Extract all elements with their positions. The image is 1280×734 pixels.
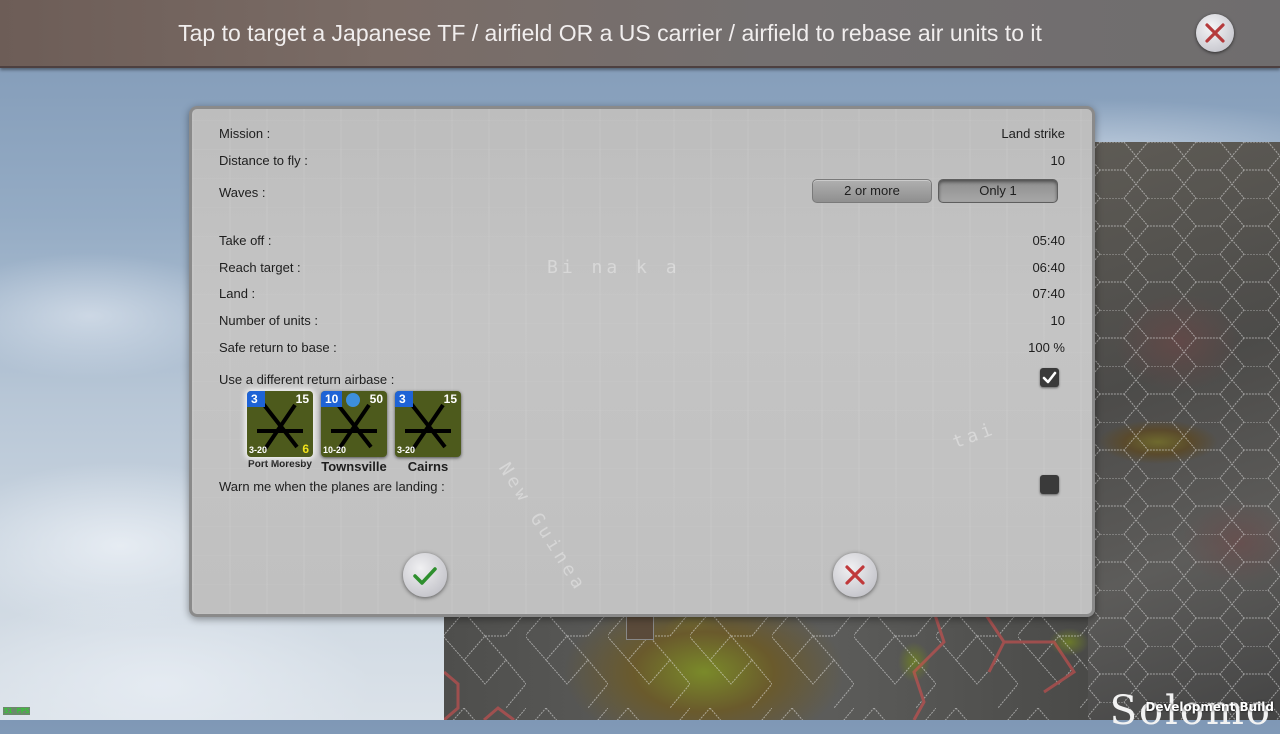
distance-value: 10 xyxy=(1050,153,1065,168)
map-watermark: New Guinea xyxy=(494,459,591,596)
different-base-label: Use a different return airbase : xyxy=(219,372,395,387)
cancel-button[interactable] xyxy=(833,553,877,597)
airbase-tile: 3 15 3-20 xyxy=(395,391,461,457)
warn-landing-label: Warn me when the planes are landing : xyxy=(219,479,445,494)
airbase-units: 6 xyxy=(302,442,309,456)
take-off-label: Take off : xyxy=(219,233,272,248)
map-watermark: Bi na k a xyxy=(547,257,681,278)
take-off-value: 05:40 xyxy=(1032,233,1065,248)
land-label: Land : xyxy=(219,286,256,301)
warn-landing-checkbox[interactable] xyxy=(1040,475,1059,494)
airbase-capacity: 15 xyxy=(443,392,457,406)
safe-return-label: Safe return to base : xyxy=(219,340,337,355)
airbase-cairns[interactable]: 3 15 3-20 Cairns xyxy=(395,391,461,474)
mission-value: Land strike xyxy=(1001,126,1065,141)
waves-2-or-more-button[interactable]: 2 or more xyxy=(812,179,932,203)
airbase-size: 10 xyxy=(321,391,343,407)
airbase-capacity: 50 xyxy=(369,392,383,406)
fps-counter: 51 FPS xyxy=(3,707,31,715)
hex-map-east[interactable]: Solomo Development Build xyxy=(1088,142,1280,734)
close-x-icon xyxy=(845,565,865,585)
carrier-marker-icon xyxy=(346,393,360,407)
banner-close-button[interactable] xyxy=(1196,14,1234,52)
units-label: Number of units : xyxy=(219,313,318,328)
airbase-capacity: 15 xyxy=(295,392,309,406)
different-base-checkbox[interactable] xyxy=(1040,368,1059,387)
hex-map-south[interactable] xyxy=(444,612,1088,720)
airbase-tile: 3 15 3-20 6 xyxy=(247,391,313,457)
hex-grid-south xyxy=(444,612,1088,720)
distance-label: Distance to fly : xyxy=(219,153,308,168)
airbase-port-moresby[interactable]: 3 15 3-20 6 Port Moresby xyxy=(247,391,313,470)
development-build-label: Development Build xyxy=(1145,700,1274,714)
instruction-text: Tap to target a Japanese TF / airfield O… xyxy=(178,20,1042,46)
airbase-tile: 10 50 10-20 xyxy=(321,391,387,457)
airbase-name: Townsville xyxy=(321,459,387,474)
mission-label: Mission : xyxy=(219,126,271,141)
instruction-banner: Tap to target a Japanese TF / airfield O… xyxy=(0,0,1280,68)
safe-return-value: 100 % xyxy=(1028,340,1065,355)
airbase-range: 3-20 xyxy=(397,445,416,455)
confirm-button[interactable] xyxy=(403,553,447,597)
airbase-size: 3 xyxy=(395,391,413,407)
airbase-range: 10-20 xyxy=(323,445,347,455)
reach-target-value: 06:40 xyxy=(1032,260,1065,275)
airbase-name: Cairns xyxy=(407,459,449,474)
land-value: 07:40 xyxy=(1032,286,1065,301)
hex-grid xyxy=(1088,142,1280,720)
airbase-range: 3-20 xyxy=(249,445,268,455)
checkmark-icon xyxy=(413,567,437,585)
waves-label: Waves : xyxy=(219,185,266,200)
checkmark-icon xyxy=(1042,371,1057,384)
airbase-name: Port Moresby xyxy=(248,459,312,470)
map-watermark: tai xyxy=(949,418,999,453)
air-mission-dialog: Bi na k a New Guinea tai Mission : Land … xyxy=(189,106,1095,617)
waves-only-1-button[interactable]: Only 1 xyxy=(938,179,1058,203)
airbase-townsville[interactable]: 10 50 10-20 Townsville xyxy=(321,391,387,474)
close-x-icon xyxy=(1205,23,1225,43)
unit-counter[interactable] xyxy=(626,614,654,640)
units-value: 10 xyxy=(1050,313,1065,328)
reach-target-label: Reach target : xyxy=(219,260,301,275)
airbase-size: 3 xyxy=(247,391,265,407)
